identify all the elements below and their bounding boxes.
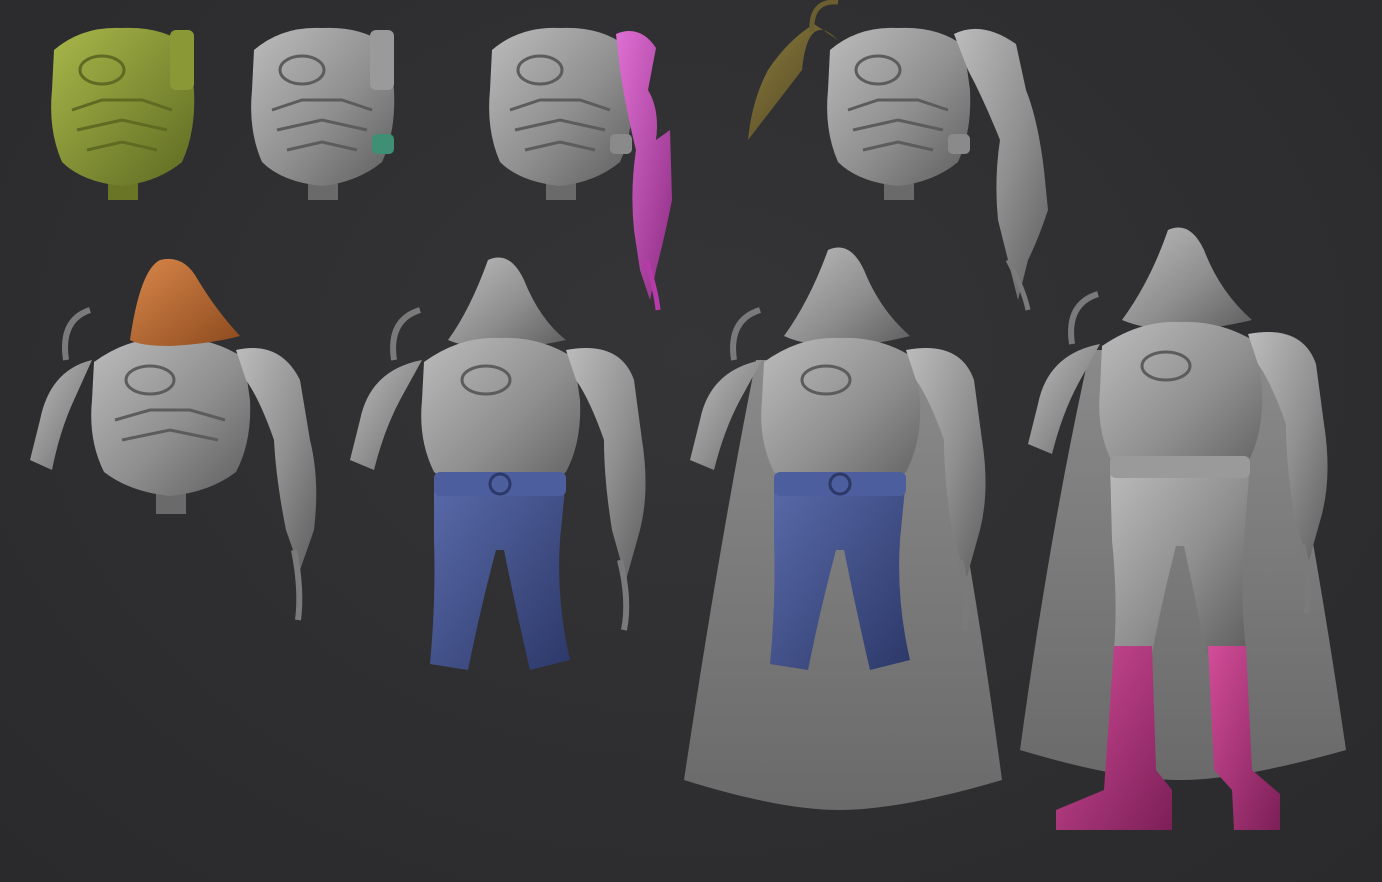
right-arm-clay-mesh <box>566 348 646 580</box>
pants-blue-mesh[interactable] <box>430 478 570 670</box>
stage-2-torso[interactable] <box>251 27 395 200</box>
belt <box>434 472 566 496</box>
torso-clay-mesh[interactable] <box>91 337 251 496</box>
claw <box>1068 291 1100 345</box>
claw <box>730 307 762 361</box>
shoulder-block <box>370 30 394 90</box>
claw <box>62 307 92 361</box>
belt <box>1110 456 1250 478</box>
left-arm-olive-mesh[interactable] <box>748 24 838 140</box>
hood-orange-mesh[interactable] <box>130 258 240 346</box>
torso-clay-mesh[interactable] <box>489 27 633 187</box>
hood-clay-mesh <box>448 257 566 348</box>
hood-clay-mesh <box>1122 227 1252 330</box>
claw <box>390 307 422 361</box>
pouch-teal-mesh[interactable] <box>372 134 394 154</box>
shoulder-block <box>170 30 194 90</box>
pouch-clay <box>610 134 632 154</box>
sculpt-canvas[interactable] <box>0 0 1382 882</box>
torso-clay-mesh[interactable] <box>827 27 971 187</box>
stage-1-torso[interactable] <box>51 27 195 200</box>
stage-6-figure[interactable] <box>350 257 646 671</box>
claw <box>291 549 303 621</box>
sculpt-viewport[interactable] <box>0 0 1382 882</box>
left-arm-clay-mesh <box>30 360 92 470</box>
belt <box>774 472 906 496</box>
left-arm-clay-mesh <box>350 360 422 470</box>
right-arm-magenta-mesh[interactable] <box>616 31 672 300</box>
right-arm-clay-mesh <box>236 348 317 570</box>
claw <box>617 559 630 631</box>
stage-8-figure[interactable] <box>1020 227 1346 831</box>
pouch-clay <box>948 134 970 154</box>
right-arm-clay-mesh[interactable] <box>954 28 1048 300</box>
stage-4-torso[interactable] <box>748 0 1048 311</box>
stage-5-bust[interactable] <box>30 258 317 621</box>
hood-clay-mesh <box>784 247 910 346</box>
stage-7-figure[interactable] <box>684 247 1002 811</box>
